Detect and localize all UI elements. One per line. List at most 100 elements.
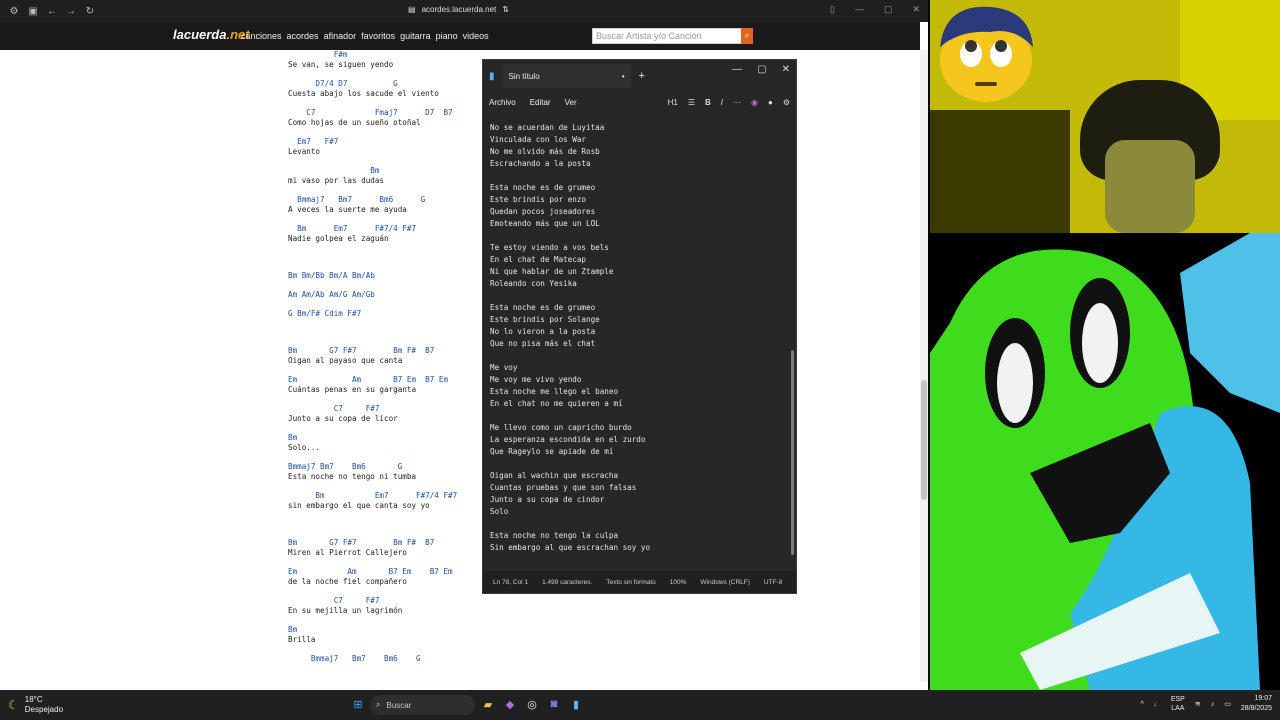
maximize-icon[interactable]: ▢: [884, 4, 893, 15]
tune-icon[interactable]: ⇅: [502, 5, 509, 14]
lyric-line: Nadie golpea el zaguán: [288, 234, 389, 243]
reload-icon[interactable]: ↻: [82, 3, 98, 19]
chord-line[interactable]: F#m: [288, 50, 457, 60]
chord-line[interactable]: Bmmaj7 Bm7 Bm6 G: [288, 195, 457, 205]
search-icon[interactable]: ⌕: [741, 28, 753, 44]
minimize-icon[interactable]: —: [855, 4, 864, 15]
italic-icon[interactable]: I: [721, 98, 723, 107]
language-indicator[interactable]: ESP LAA: [1171, 695, 1185, 713]
list-icon[interactable]: ☰: [688, 98, 695, 107]
chevron-up-icon[interactable]: ^: [1141, 701, 1144, 708]
weather-temp: 18°C: [24, 695, 43, 704]
tab-title: Sin título: [508, 71, 540, 81]
scroll-thumb[interactable]: [921, 380, 927, 500]
nav-piano[interactable]: piano: [436, 31, 458, 41]
folder-icon[interactable]: ▰: [480, 696, 496, 712]
tab-close-icon[interactable]: •: [622, 72, 625, 81]
menu-archivo[interactable]: Archivo: [489, 98, 516, 107]
split-icon[interactable]: ▯: [830, 4, 835, 15]
bold-icon[interactable]: B: [705, 98, 711, 107]
windows-start-icon[interactable]: ⊞: [350, 696, 366, 712]
text-line: Emoteando más que un LOL: [490, 219, 600, 228]
text-line: Te estoy viendo a vos bels: [490, 243, 609, 252]
site-search-input[interactable]: Buscar Artista y/o Canción: [592, 28, 742, 44]
battery-icon[interactable]: ▭: [1224, 700, 1231, 708]
sidebar-icon[interactable]: ▣: [25, 3, 41, 19]
chord-line[interactable]: C7 F#7: [288, 404, 457, 414]
taskbar-search[interactable]: ⌕ Buscar: [370, 695, 475, 715]
forward-icon[interactable]: →: [63, 3, 79, 19]
text-line: Oigan al wachin que escracha: [490, 471, 619, 480]
chord-line[interactable]: Em7 F#7: [288, 137, 457, 147]
mic-icon[interactable]: ♩: [1154, 701, 1161, 708]
chord-sheet: F#m Se van, se siguen yendo D7/4 D7 G Cues…: [288, 50, 457, 673]
page-scrollbar[interactable]: [920, 50, 928, 682]
nav-favoritos[interactable]: favoritos: [361, 31, 395, 41]
nav-canciones[interactable]: canciones: [241, 31, 282, 41]
menu-editar[interactable]: Editar: [530, 98, 551, 107]
nav-afinador[interactable]: afinador: [324, 31, 357, 41]
nav-videos[interactable]: videos: [463, 31, 489, 41]
heading-dropdown[interactable]: H1: [668, 98, 678, 107]
nav-acordes[interactable]: acordes: [287, 31, 319, 41]
chord-line[interactable]: Em Am B7 Em B7 Em: [288, 375, 457, 385]
notepad-taskbar-icon[interactable]: ▮: [568, 696, 584, 712]
more-icon[interactable]: ···: [733, 98, 741, 107]
nav-guitarra[interactable]: guitarra: [400, 31, 431, 41]
wifi-icon[interactable]: ≋: [1195, 700, 1201, 708]
close-icon[interactable]: ✕: [912, 4, 920, 15]
settings-icon[interactable]: ⚙: [6, 3, 22, 19]
discord-icon[interactable]: ◙: [546, 696, 562, 712]
chord-line[interactable]: C7 Fmaj7 D7 B7: [288, 108, 457, 118]
clock[interactable]: 19:07 28/8/2025: [1241, 694, 1272, 714]
notepad-scrollbar[interactable]: [791, 350, 794, 555]
chord-line[interactable]: Bm Em7 F#7/4 F#7: [288, 491, 457, 501]
lyric-line: Brilla: [288, 635, 316, 644]
address-bar[interactable]: ▤ acordes.lacuerda.net ⇅: [408, 5, 509, 14]
weather-widget[interactable]: ☾ 18°C Despejado: [8, 695, 63, 715]
menu-ver[interactable]: Ver: [565, 98, 577, 107]
app-icon[interactable]: ◆: [502, 696, 518, 712]
chord-line[interactable]: Bm G7 F#7 Bm F# B7: [288, 346, 457, 356]
chord-line[interactable]: G Bm/F# Cdim F#7: [288, 309, 457, 319]
chord-line[interactable]: C7 F#7: [288, 596, 457, 606]
chord-line[interactable]: Em Am B7 Em B7 Em: [288, 567, 457, 577]
chord-line[interactable]: Bm Bm/Bb Bm/A Bm/Ab: [288, 271, 457, 281]
back-icon[interactable]: ←: [44, 3, 60, 19]
chord-line[interactable]: Bm Em7 F#7/4 F#7: [288, 224, 457, 234]
notepad-editor[interactable]: No se acuerdan de Luyitaa Vinculada con l…: [490, 122, 650, 554]
system-tray: ^ ♩ ESP LAA ≋ ♪ ▭ 19:07 28/8/2025: [1141, 694, 1272, 714]
account-icon[interactable]: ●: [768, 98, 773, 107]
text-line: Que no pisa más el chat: [490, 339, 596, 348]
lyric-line: Esta noche no tengo ni tumba: [288, 472, 417, 481]
close-icon[interactable]: ✕: [782, 64, 790, 75]
obs-icon[interactable]: ◎: [524, 696, 540, 712]
chord-line[interactable]: Bm G7 F#7 Bm F# B7: [288, 538, 457, 548]
text-line: Solo: [490, 507, 509, 516]
chord-line[interactable]: Am Am/Ab Am/G Am/Gb: [288, 290, 457, 300]
chord-line[interactable]: D7/4 D7 G: [288, 79, 457, 89]
text-line: Que Rageylo se apiade de mí: [490, 447, 614, 456]
chord-line[interactable]: Bmmaj7 Bm7 Bm6 G: [288, 654, 457, 664]
speaker-icon[interactable]: ♪: [1211, 701, 1215, 708]
chord-line[interactable]: Bm: [288, 166, 457, 176]
lang-layout: LAA: [1171, 705, 1185, 712]
copilot-icon[interactable]: ◉: [751, 98, 758, 107]
site-logo[interactable]: lacuerda.net: [173, 27, 250, 42]
chord-line[interactable]: Bmmaj7 Bm7 Bm6 G: [288, 462, 457, 472]
chord-line[interactable]: Bm: [288, 625, 457, 635]
chord-line[interactable]: Bm: [288, 433, 457, 443]
settings-icon[interactable]: ⚙: [783, 98, 790, 107]
maximize-icon[interactable]: ▢: [757, 64, 766, 75]
notepad-tab[interactable]: Sin título •: [502, 64, 631, 88]
minimize-icon[interactable]: —: [732, 64, 742, 75]
new-tab-icon[interactable]: +: [639, 70, 645, 82]
text-line: Roleando con Yesika: [490, 279, 577, 288]
lyric-line: Cuántas penas en su garganta: [288, 385, 417, 394]
